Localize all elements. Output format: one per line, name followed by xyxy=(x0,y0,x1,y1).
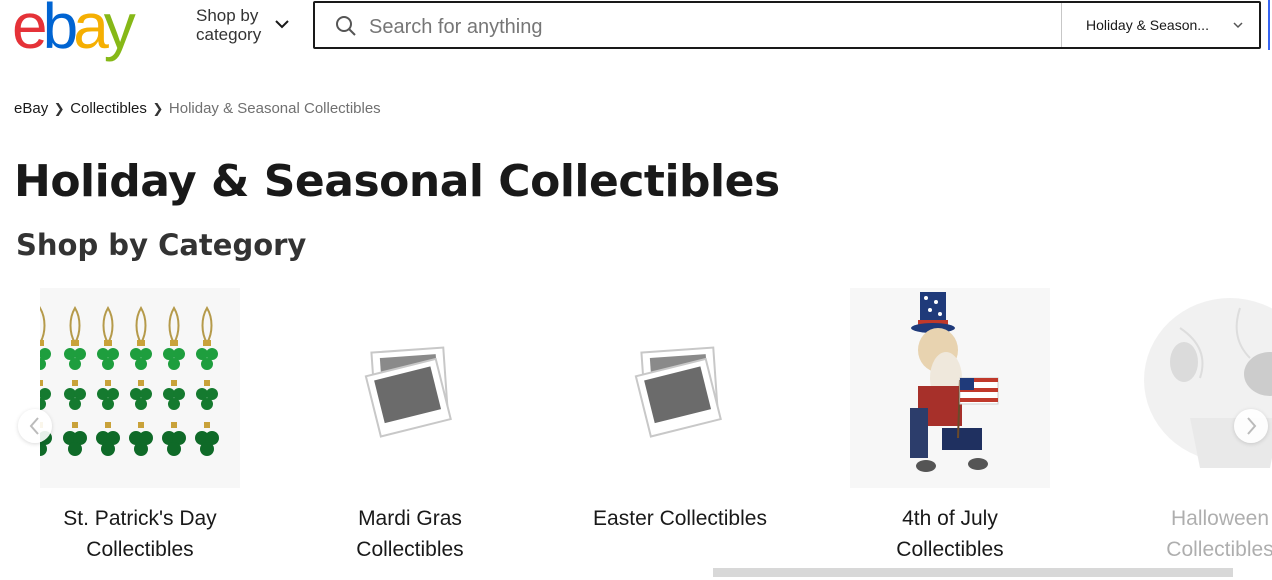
category-name-line1: St. Patrick's Day xyxy=(63,507,217,530)
carousel-prev-button[interactable] xyxy=(18,409,52,443)
category-name-line2: Collectibles xyxy=(86,538,194,561)
section-title: Shop by Category xyxy=(16,228,307,262)
chevron-down-icon xyxy=(275,20,289,29)
placeholder-photo-icon xyxy=(364,346,452,438)
breadcrumb-current: Holiday & Seasonal Collectibles xyxy=(168,100,381,117)
breadcrumb-ebay[interactable]: eBay xyxy=(14,100,48,117)
scroll-edge-indicator xyxy=(1268,0,1270,50)
skull-image xyxy=(1144,298,1272,468)
logo-letter-y: y xyxy=(103,0,136,62)
carousel-next-button[interactable] xyxy=(1234,409,1268,443)
logo-letter-e: e xyxy=(12,0,48,62)
logo-letter-a: a xyxy=(73,0,109,62)
category-name-line2: Collectibles xyxy=(896,538,1004,561)
chevron-right-icon: ❯ xyxy=(53,101,65,116)
category-name-line1: 4th of July xyxy=(902,507,998,530)
category-name-line1: Halloween xyxy=(1170,507,1270,530)
category-select-value: Holiday & Season... xyxy=(1086,17,1209,33)
category-name-line2: Collectibles xyxy=(1166,538,1272,561)
chevron-left-icon xyxy=(29,417,39,435)
category-name-line2: Collectibles xyxy=(356,538,464,561)
header: ebay Shop by category Holiday & Season..… xyxy=(0,0,1272,60)
category-carousel: St. Patrick's Day Collectibles Mardi Gra… xyxy=(0,288,1272,580)
shop-by-category-button[interactable]: Shop by category xyxy=(196,6,296,44)
category-select[interactable]: Holiday & Season... xyxy=(1061,3,1259,47)
chevron-right-icon xyxy=(1247,417,1257,435)
search-input[interactable] xyxy=(367,9,1051,45)
breadcrumb: eBay ❯ Collectibles ❯ Holiday & Seasonal Col… xyxy=(14,100,381,117)
placeholder-photo-icon xyxy=(634,346,722,438)
category-name-line1: Mardi Gras xyxy=(358,507,462,530)
ebay-logo[interactable]: ebay xyxy=(12,0,136,62)
breadcrumb-collectibles[interactable]: Collectibles xyxy=(70,100,147,117)
search-bar: Holiday & Season... xyxy=(313,1,1261,49)
page-title: Holiday & Seasonal Collectibles xyxy=(14,156,780,207)
chevron-right-icon: ❯ xyxy=(152,101,164,116)
chevron-down-icon xyxy=(1233,22,1243,29)
logo-letter-b: b xyxy=(42,0,79,62)
category-name-line1: Easter Collectibles xyxy=(593,507,767,530)
search-icon xyxy=(336,16,356,36)
uncle-sam-figurine-image xyxy=(850,288,1050,488)
shamrock-ornaments-image xyxy=(40,288,240,488)
carousel-scrollbar[interactable] xyxy=(713,568,1233,577)
